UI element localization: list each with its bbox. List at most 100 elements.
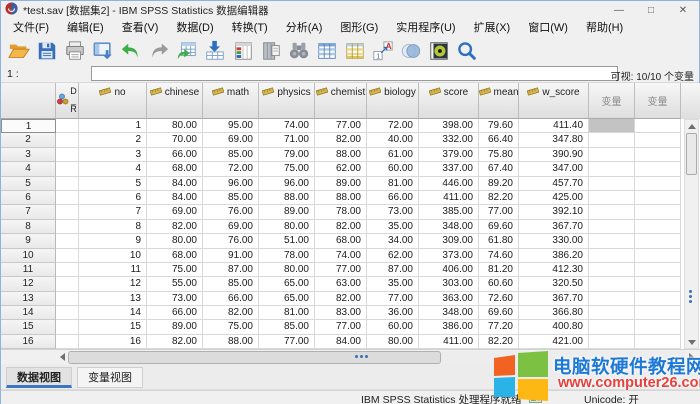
- minimize-icon[interactable]: —: [603, 1, 635, 19]
- data-cell-d_r[interactable]: [56, 234, 79, 248]
- data-cell-score[interactable]: 303.00: [419, 277, 479, 291]
- data-cell-w_score[interactable]: 367.70: [519, 220, 589, 234]
- data-cell-var1[interactable]: [589, 306, 635, 320]
- data-cell-var2[interactable]: [635, 277, 681, 291]
- data-cell-var1[interactable]: [589, 191, 635, 205]
- data-cell-var2[interactable]: [635, 205, 681, 219]
- data-cell-biology[interactable]: 36.00: [367, 306, 419, 320]
- data-cell-d_r[interactable]: [56, 162, 79, 176]
- redo-icon[interactable]: [145, 38, 173, 64]
- data-cell-biology[interactable]: 80.00: [367, 335, 419, 349]
- horizontal-scroll-thumb[interactable]: [68, 351, 441, 364]
- row-header-cell[interactable]: 10: [1, 249, 56, 263]
- data-cell-var1[interactable]: [589, 162, 635, 176]
- data-cell-math[interactable]: 72.00: [203, 162, 259, 176]
- data-cell-mean[interactable]: 74.60: [479, 249, 519, 263]
- data-cell-no[interactable]: 6: [79, 191, 147, 205]
- data-cell-math[interactable]: 76.00: [203, 234, 259, 248]
- cell-editor-input[interactable]: [91, 66, 618, 81]
- print-icon[interactable]: [61, 38, 89, 64]
- data-cell-biology[interactable]: 62.00: [367, 249, 419, 263]
- data-cell-score[interactable]: 348.00: [419, 306, 479, 320]
- data-cell-no[interactable]: 7: [79, 205, 147, 219]
- data-cell-mean[interactable]: 69.60: [479, 220, 519, 234]
- row-header-cell[interactable]: 11: [1, 263, 56, 277]
- data-cell-w_score[interactable]: 366.80: [519, 306, 589, 320]
- data-cell-var1[interactable]: [589, 249, 635, 263]
- data-cell-chemist[interactable]: 78.00: [315, 205, 367, 219]
- data-cell-physics[interactable]: 71.00: [259, 133, 315, 147]
- row-header-cell[interactable]: 13: [1, 292, 56, 306]
- data-cell-d_r[interactable]: [56, 133, 79, 147]
- data-cell-chinese[interactable]: 66.00: [147, 306, 203, 320]
- data-cell-mean[interactable]: 89.20: [479, 177, 519, 191]
- data-cell-chemist[interactable]: 74.00: [315, 249, 367, 263]
- data-cell-chemist[interactable]: 84.00: [315, 335, 367, 349]
- insert-cases-icon[interactable]: [257, 38, 285, 64]
- data-cell-w_score[interactable]: 392.10: [519, 205, 589, 219]
- data-cell-score[interactable]: 348.00: [419, 220, 479, 234]
- goto-variable-icon[interactable]: [201, 38, 229, 64]
- data-cell-math[interactable]: 69.00: [203, 133, 259, 147]
- data-cell-biology[interactable]: 35.00: [367, 220, 419, 234]
- data-cell-physics[interactable]: 65.00: [259, 277, 315, 291]
- close-icon[interactable]: ✕: [667, 1, 699, 19]
- data-cell-chinese[interactable]: 69.00: [147, 205, 203, 219]
- vertical-scrollbar[interactable]: [684, 119, 699, 349]
- data-cell-w_score[interactable]: 457.70: [519, 177, 589, 191]
- data-cell-physics[interactable]: 78.00: [259, 249, 315, 263]
- data-cell-var1[interactable]: [589, 133, 635, 147]
- data-cell-no[interactable]: 1: [79, 119, 147, 133]
- data-cell-biology[interactable]: 77.00: [367, 292, 419, 306]
- data-cell-no[interactable]: 9: [79, 234, 147, 248]
- data-cell-chinese[interactable]: 84.00: [147, 177, 203, 191]
- data-cell-var2[interactable]: [635, 148, 681, 162]
- data-cell-no[interactable]: 16: [79, 335, 147, 349]
- column-header-math[interactable]: math: [203, 83, 259, 119]
- data-cell-var1[interactable]: [589, 320, 635, 334]
- data-cell-chemist[interactable]: 82.00: [315, 133, 367, 147]
- data-cell-math[interactable]: 69.00: [203, 220, 259, 234]
- data-cell-var2[interactable]: [635, 306, 681, 320]
- data-cell-math[interactable]: 85.00: [203, 277, 259, 291]
- data-cell-physics[interactable]: 51.00: [259, 234, 315, 248]
- data-cell-biology[interactable]: 40.00: [367, 133, 419, 147]
- data-cell-mean[interactable]: 66.40: [479, 133, 519, 147]
- data-cell-no[interactable]: 5: [79, 177, 147, 191]
- data-cell-var2[interactable]: [635, 292, 681, 306]
- menu-item-9[interactable]: 扩展(X): [465, 19, 520, 37]
- data-cell-chemist[interactable]: 77.00: [315, 119, 367, 133]
- data-cell-chinese[interactable]: 82.00: [147, 220, 203, 234]
- data-cell-math[interactable]: 95.00: [203, 119, 259, 133]
- data-cell-mean[interactable]: 79.60: [479, 119, 519, 133]
- data-cell-var2[interactable]: [635, 263, 681, 277]
- data-cell-var2[interactable]: [635, 119, 681, 133]
- data-cell-mean[interactable]: 82.20: [479, 191, 519, 205]
- data-cell-physics[interactable]: 65.00: [259, 292, 315, 306]
- insert-case-icon[interactable]: [313, 38, 341, 64]
- row-header-cell[interactable]: 3: [1, 148, 56, 162]
- data-cell-biology[interactable]: 60.00: [367, 320, 419, 334]
- data-cell-physics[interactable]: 88.00: [259, 191, 315, 205]
- vertical-pane-splitter[interactable]: [689, 290, 692, 303]
- data-cell-chemist[interactable]: 89.00: [315, 177, 367, 191]
- data-cell-d_r[interactable]: [56, 119, 79, 133]
- row-header-cell[interactable]: 6: [1, 191, 56, 205]
- menu-item-11[interactable]: 帮助(H): [577, 19, 632, 37]
- data-cell-score[interactable]: 446.00: [419, 177, 479, 191]
- data-cell-w_score[interactable]: 347.80: [519, 133, 589, 147]
- data-cell-var2[interactable]: [635, 220, 681, 234]
- data-cell-d_r[interactable]: [56, 263, 79, 277]
- data-cell-var1[interactable]: [589, 205, 635, 219]
- row-header-cell[interactable]: 4: [1, 162, 56, 176]
- data-cell-math[interactable]: 75.00: [203, 320, 259, 334]
- data-cell-mean[interactable]: 61.80: [479, 234, 519, 248]
- data-cell-var1[interactable]: [589, 220, 635, 234]
- data-cell-w_score[interactable]: 412.30: [519, 263, 589, 277]
- data-cell-var2[interactable]: [635, 191, 681, 205]
- data-cell-var1[interactable]: [589, 234, 635, 248]
- menu-item-7[interactable]: 图形(G): [331, 19, 387, 37]
- data-cell-no[interactable]: 15: [79, 320, 147, 334]
- use-variable-sets-icon[interactable]: [397, 38, 425, 64]
- data-cell-physics[interactable]: 74.00: [259, 119, 315, 133]
